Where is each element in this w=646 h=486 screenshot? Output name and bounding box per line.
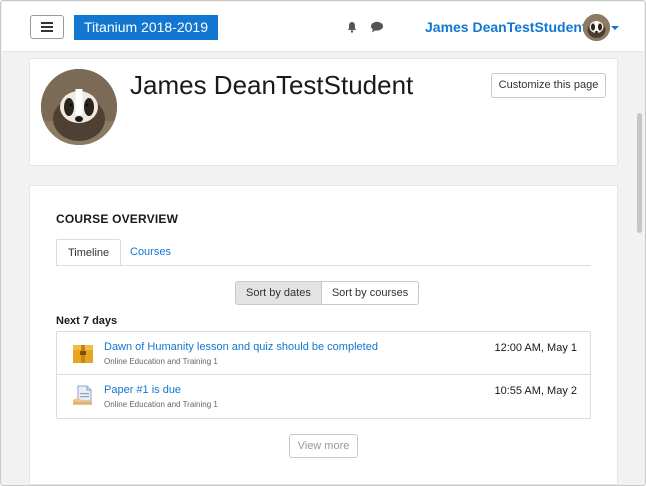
course-overview-block: COURSE OVERVIEW Timeline Courses Sort by… (29, 185, 618, 485)
browser-frame: Titanium 2018-2019 James DeanTestStudent (0, 0, 646, 486)
view-more-button[interactable]: View more (289, 434, 358, 458)
section-heading: Next 7 days (56, 315, 118, 327)
lesson-icon (73, 345, 93, 363)
assignment-icon (73, 385, 92, 405)
page-scrollbar[interactable] (636, 53, 644, 483)
chevron-down-icon[interactable] (611, 26, 619, 30)
event-link[interactable]: Dawn of Humanity lesson and quiz should … (104, 341, 378, 353)
profile-avatar (41, 69, 117, 145)
event-course: Online Education and Training 1 (104, 357, 218, 366)
customize-page-button[interactable]: Customize this page (491, 73, 606, 98)
scrollbar-thumb[interactable] (637, 113, 642, 233)
list-item: Paper #1 is due Online Education and Tra… (57, 375, 590, 418)
sort-by-courses-button[interactable]: Sort by courses (321, 281, 420, 305)
tab-timeline[interactable]: Timeline (56, 239, 122, 266)
menu-icon (41, 22, 53, 24)
chat-icon[interactable] (370, 21, 384, 33)
profile-header: James DeanTestStudent Customize this pag… (29, 58, 618, 166)
badger-avatar-image (583, 14, 610, 41)
badger-profile-image (41, 69, 117, 145)
top-navbar: Titanium 2018-2019 James DeanTestStudent (2, 2, 644, 52)
list-item: Dawn of Humanity lesson and quiz should … (57, 332, 590, 375)
sort-toggle-group: Sort by dates Sort by courses (235, 281, 420, 305)
menu-toggle-button[interactable] (30, 15, 64, 39)
event-list: Dawn of Humanity lesson and quiz should … (56, 331, 591, 419)
tab-courses[interactable]: Courses (119, 239, 182, 266)
user-menu-name[interactable]: James DeanTestStudent (425, 19, 587, 35)
tabs-divider (56, 265, 591, 266)
avatar[interactable] (583, 14, 610, 41)
site-title-link[interactable]: Titanium 2018-2019 (74, 15, 219, 40)
block-title: COURSE OVERVIEW (56, 212, 179, 226)
bell-icon[interactable] (346, 21, 358, 33)
event-time: 10:55 AM, May 2 (494, 385, 577, 397)
sort-by-dates-button[interactable]: Sort by dates (235, 281, 322, 305)
event-course: Online Education and Training 1 (104, 400, 218, 409)
event-link[interactable]: Paper #1 is due (104, 384, 181, 396)
page-title: James DeanTestStudent (130, 70, 414, 100)
event-time: 12:00 AM, May 1 (494, 342, 577, 354)
